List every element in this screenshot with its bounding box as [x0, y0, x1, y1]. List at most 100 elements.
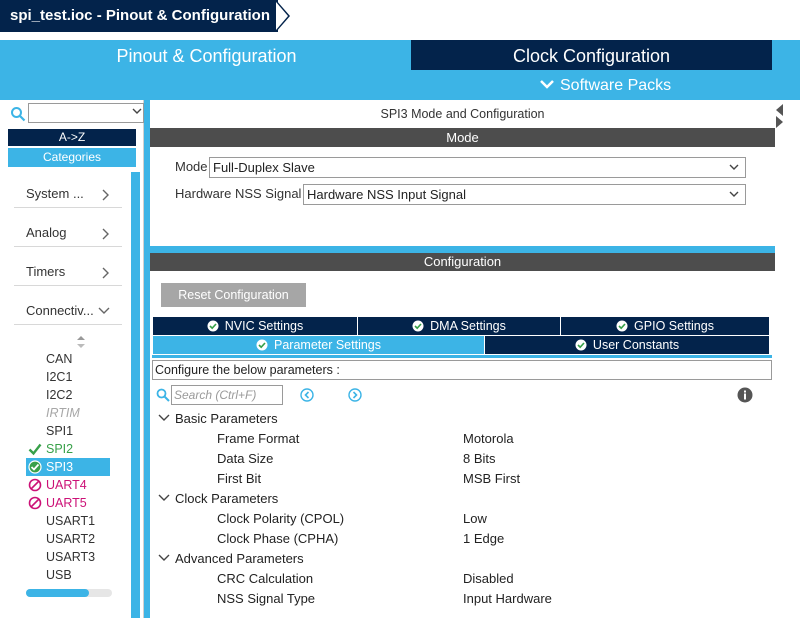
- param-value[interactable]: MSB First: [463, 469, 520, 489]
- peripheral-usb[interactable]: USB: [26, 566, 110, 584]
- previous-match-icon[interactable]: [300, 388, 314, 402]
- chevron-down-icon: [729, 191, 739, 197]
- search-icon[interactable]: [156, 388, 170, 402]
- peripheral-label: UART4: [46, 478, 87, 492]
- peripheral-spi1[interactable]: SPI1: [26, 422, 110, 440]
- tab-underline: [152, 355, 772, 358]
- peripheral-label: SPI2: [46, 442, 74, 456]
- peripheral-irtim[interactable]: IRTIM: [26, 404, 110, 422]
- chevron-down-icon[interactable]: [132, 106, 142, 116]
- mode-panel-title: SPI3 Mode and Configuration: [380, 107, 545, 121]
- category-label: Analog: [26, 225, 67, 240]
- categories-button[interactable]: Categories: [8, 148, 136, 167]
- software-packs-menu[interactable]: Software Packs: [540, 74, 671, 98]
- param-name: Data Size: [217, 451, 274, 466]
- mode-section-header: Mode: [150, 128, 775, 147]
- peripheral-label: SPI3: [46, 460, 74, 474]
- nss-label: Hardware NSS Signal: [175, 186, 302, 201]
- category-label: Timers: [26, 264, 66, 279]
- group-advanced-parameters[interactable]: Advanced Parameters: [158, 549, 304, 569]
- peripheral-i2c1[interactable]: I2C1: [26, 368, 110, 386]
- peripheral-label: CAN: [46, 352, 73, 366]
- param-value[interactable]: 1 Edge: [463, 529, 504, 549]
- tab-label: Parameter Settings: [274, 338, 381, 352]
- tab-gpio-settings[interactable]: GPIO Settings: [561, 317, 770, 335]
- mode-select-value: Full-Duplex Slave: [213, 160, 315, 175]
- peripheral-usart3[interactable]: USART3: [26, 548, 110, 566]
- param-value[interactable]: Low: [463, 509, 487, 529]
- category-label: System ...: [26, 186, 84, 201]
- category-label: Connectiv...: [26, 303, 94, 318]
- peripheral-spi3[interactable]: SPI3: [26, 458, 110, 476]
- peripheral-label: USART3: [46, 550, 96, 564]
- peripheral-label: UART5: [46, 496, 87, 510]
- sidebar-scrollbar[interactable]: [131, 172, 140, 618]
- blocked-icon: [28, 478, 42, 492]
- collapse-left-icon[interactable]: [776, 104, 783, 116]
- group-basic-parameters[interactable]: Basic Parameters: [158, 409, 278, 429]
- configuration-header: Configuration: [150, 253, 775, 271]
- peripheral-label: I2C2: [46, 388, 73, 402]
- sidebar-hscroll-thumb[interactable]: [26, 589, 89, 597]
- param-value[interactable]: Disabled: [463, 569, 514, 589]
- sort-az-button[interactable]: A->Z: [8, 129, 136, 146]
- peripheral-label: IRTIM: [46, 406, 80, 420]
- param-name: Clock Phase (CPHA): [217, 531, 339, 546]
- mode-select[interactable]: Full-Duplex Slave: [209, 157, 746, 178]
- peripheral-label: USART2: [46, 532, 96, 546]
- chevron-down-icon: [98, 307, 110, 314]
- nss-select-value: Hardware NSS Input Signal: [307, 187, 466, 202]
- tab-nvic-settings[interactable]: NVIC Settings: [153, 317, 358, 335]
- param-name: First Bit: [217, 471, 262, 486]
- peripheral-usart1[interactable]: USART1: [26, 512, 110, 530]
- group-label: Clock Parameters: [175, 491, 279, 506]
- chevron-down-icon: [729, 164, 739, 170]
- parameter-search-input[interactable]: Search (Ctrl+F): [171, 385, 283, 405]
- check-circle-icon: [575, 339, 587, 351]
- tab-clock-configuration[interactable]: Clock Configuration: [411, 40, 772, 70]
- chevron-right-icon: [102, 228, 109, 240]
- title-arrow-inner: [276, 2, 288, 30]
- group-label: Basic Parameters: [175, 411, 278, 426]
- next-match-icon[interactable]: [348, 388, 362, 402]
- chevron-right-icon: [102, 267, 109, 279]
- group-clock-parameters[interactable]: Clock Parameters: [158, 489, 278, 509]
- tab-parameter-settings[interactable]: Parameter Settings: [153, 336, 485, 354]
- category-connectivity[interactable]: Connectiv...: [14, 297, 122, 325]
- peripheral-uart4[interactable]: UART4: [26, 476, 110, 494]
- category-timers[interactable]: Timers: [14, 258, 122, 286]
- expand-right-icon[interactable]: [776, 116, 783, 128]
- configure-instructions: Configure the below parameters :: [152, 360, 772, 380]
- param-value[interactable]: Input Hardware: [463, 589, 552, 609]
- sidebar-search-combo[interactable]: [28, 103, 144, 123]
- peripheral-uart5[interactable]: UART5: [26, 494, 110, 512]
- tab-user-constants[interactable]: User Constants: [485, 336, 770, 354]
- checkmark-icon: [28, 443, 42, 456]
- tab-label: DMA Settings: [430, 319, 506, 333]
- mode-label: Mode: [175, 159, 208, 174]
- info-icon[interactable]: [737, 387, 753, 403]
- check-circle-icon: [412, 320, 424, 332]
- category-analog[interactable]: Analog: [14, 219, 122, 247]
- param-name: Frame Format: [217, 431, 300, 446]
- nss-select[interactable]: Hardware NSS Input Signal: [303, 184, 746, 205]
- tab-label: GPIO Settings: [634, 319, 714, 333]
- check-circle-icon: [207, 320, 219, 332]
- search-icon[interactable]: [10, 106, 26, 122]
- param-name: NSS Signal Type: [217, 591, 316, 606]
- peripheral-spi2[interactable]: SPI2: [26, 440, 110, 458]
- chevron-down-icon: [158, 494, 170, 501]
- tab-label: NVIC Settings: [224, 319, 304, 333]
- peripheral-label: USB: [46, 568, 72, 582]
- peripheral-usart2[interactable]: USART2: [26, 530, 110, 548]
- peripheral-can[interactable]: CAN: [26, 350, 110, 368]
- check-circle-icon: [616, 320, 628, 332]
- tab-dma-settings[interactable]: DMA Settings: [358, 317, 561, 335]
- param-value[interactable]: 8 Bits: [463, 449, 496, 469]
- param-name: CRC Calculation: [217, 571, 314, 586]
- reset-configuration-button[interactable]: Reset Configuration: [161, 283, 306, 307]
- tab-pinout-configuration[interactable]: Pinout & Configuration: [4, 40, 409, 70]
- category-system-core[interactable]: System ...: [14, 180, 122, 208]
- param-value[interactable]: Motorola: [463, 429, 514, 449]
- peripheral-i2c2[interactable]: I2C2: [26, 386, 110, 404]
